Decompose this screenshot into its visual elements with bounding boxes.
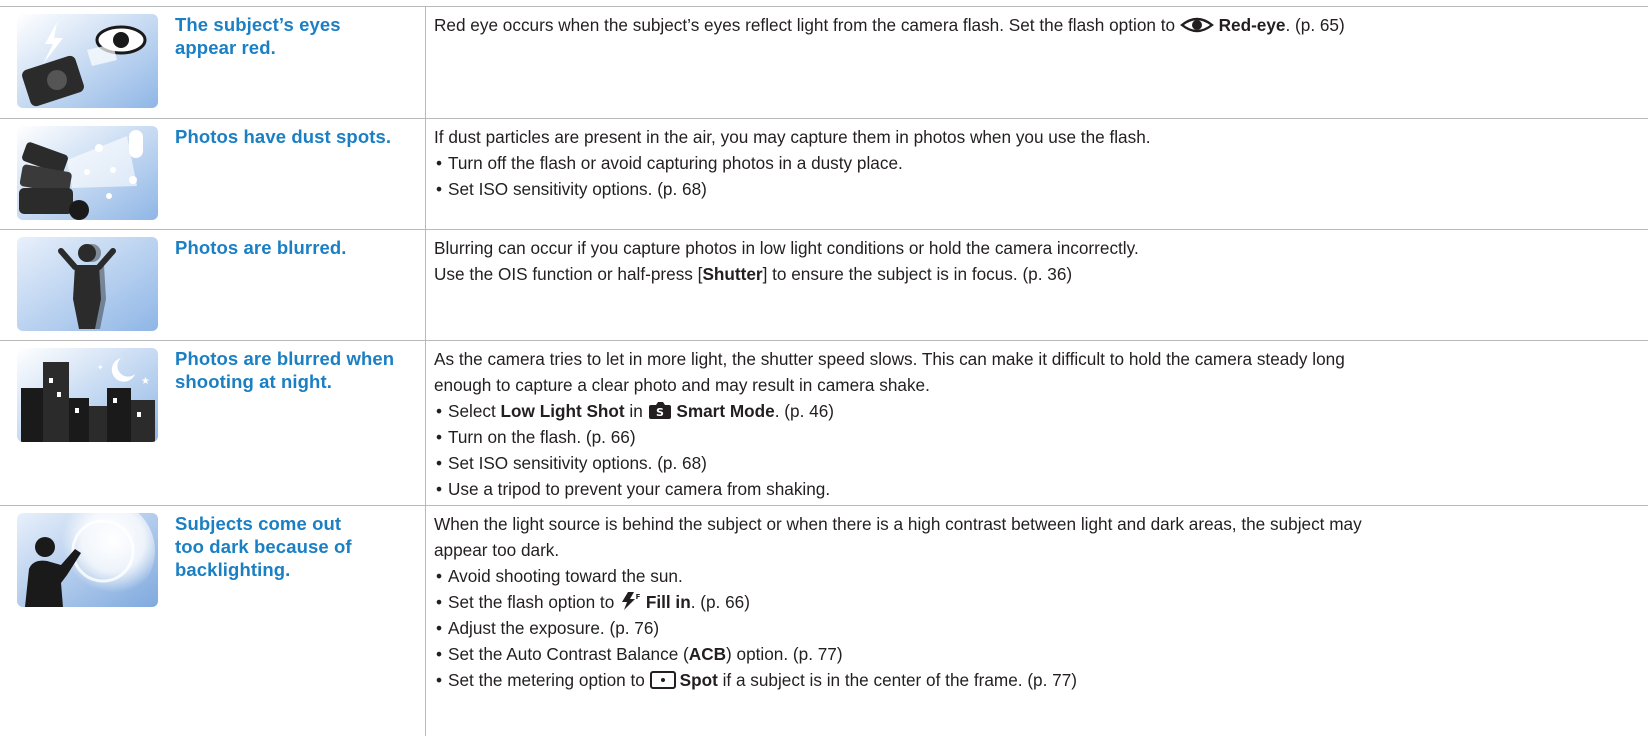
list-item: • Set ISO sensitivity options. (p. 68): [436, 453, 707, 473]
backlight-illustration: [17, 513, 158, 607]
table-row: Subjects come out too dark because of ba…: [0, 506, 1648, 736]
list-item: • Turn off the flash or avoid capturing p…: [436, 153, 903, 173]
list-item: • Set ISO sensitivity options. (p. 68): [436, 179, 707, 199]
problem-title: Subjects come out too dark because of ba…: [175, 513, 352, 580]
solution-text: Red eye occurs when the subject’s eyes r…: [434, 15, 1345, 35]
dust-spots-illustration: [17, 126, 158, 220]
list-item: • Set the Auto Contrast Balance (ACB) opt…: [436, 644, 843, 664]
table-row: Photos have dust spots. If dust particle…: [0, 119, 1648, 230]
problem-title: Photos have dust spots.: [175, 126, 392, 147]
red-eye-illustration: [17, 14, 158, 108]
table-row: The subject’s eyes appear red. Red eye o…: [0, 7, 1648, 119]
solution-text: As the camera tries to let in more light…: [426, 341, 1648, 505]
problem-title: The subject’s eyes appear red.: [175, 14, 341, 58]
list-item: • Set the flash option to F Fill in. (p. …: [436, 592, 750, 612]
list-item: • Set the metering option to Spot if a su…: [436, 670, 1077, 690]
list-item: • Use a tripod to prevent your camera fro…: [436, 479, 831, 499]
smart-mode-icon: S: [648, 402, 671, 419]
solution-text: If dust particles are present in the air…: [426, 119, 1648, 229]
list-item: • Adjust the exposure. (p. 76): [436, 618, 660, 638]
list-item: • Turn on the flash. (p. 66): [436, 427, 636, 447]
svg-text:✦: ✦: [97, 363, 104, 372]
night-city-illustration: ★ ✦: [17, 348, 158, 442]
fill-in-flash-icon: F: [622, 592, 641, 610]
problem-title: Photos are blurred when shooting at nigh…: [175, 348, 395, 392]
red-eye-flash-icon: [1179, 17, 1214, 33]
list-item: • Avoid shooting toward the sun.: [436, 566, 683, 586]
table-row: Photos are blurred. Blurring can occur i…: [0, 230, 1648, 341]
svg-text:S: S: [656, 406, 664, 419]
svg-text:★: ★: [141, 376, 150, 387]
spot-metering-icon: [649, 671, 676, 689]
solution-text: Blurring can occur if you capture photos…: [434, 238, 1139, 284]
solution-text: When the light source is behind the subj…: [426, 506, 1648, 736]
blurred-photo-illustration: [17, 237, 158, 331]
list-item: • Select Low Light Shot in S Smart Mode. …: [436, 401, 834, 421]
problem-title: Photos are blurred.: [175, 237, 347, 258]
troubleshooting-table: The subject’s eyes appear red. Red eye o…: [0, 6, 1648, 736]
table-row: ★ ✦ Photos are blurred when shooting at …: [0, 341, 1648, 506]
svg-text:F: F: [636, 593, 641, 601]
